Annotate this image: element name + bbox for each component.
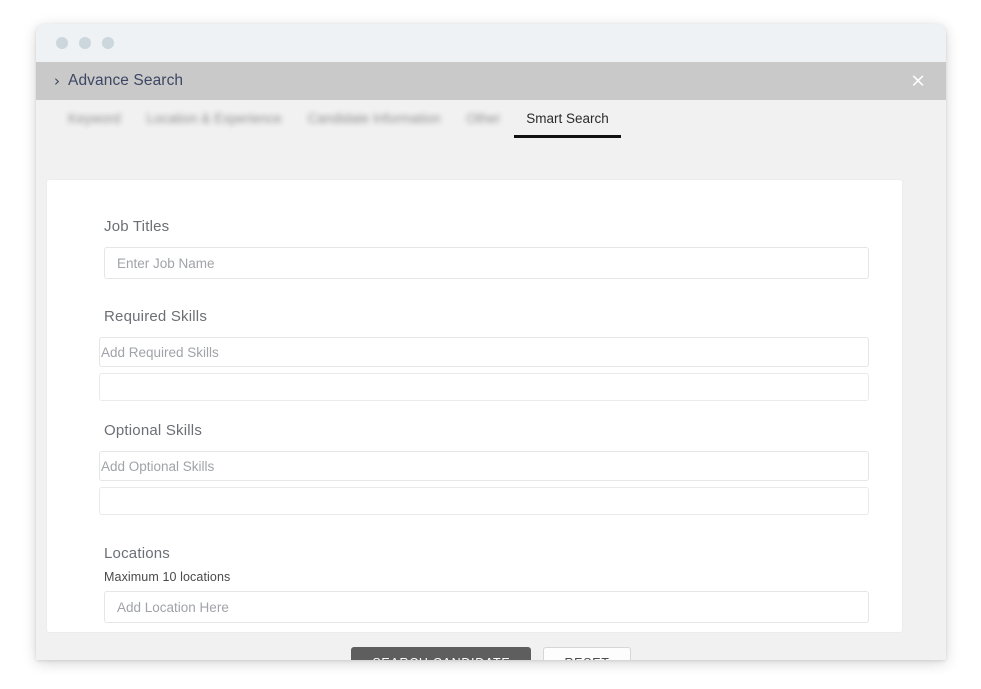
window-minimize-dot-icon[interactable]: [79, 37, 91, 49]
window-titlebar: [36, 24, 946, 62]
required-skills-label: Required Skills: [104, 308, 208, 325]
required-skills-chips-area[interactable]: [99, 373, 869, 401]
close-icon[interactable]: ×: [910, 71, 926, 91]
locations-label: Locations: [104, 545, 171, 562]
tab-other[interactable]: Other: [453, 100, 513, 136]
locations-section: Locations Maximum 10 locations: [104, 545, 869, 623]
tab-keyword[interactable]: Keyword: [55, 100, 134, 136]
window-maximize-dot-icon[interactable]: [102, 37, 114, 49]
optional-skills-section: Optional Skills: [99, 422, 869, 515]
modal-body: Keyword Location & Experience Candidate …: [36, 100, 946, 660]
browser-window: › Advance Search × Keyword Location & Ex…: [36, 24, 946, 660]
modal-header-left: › Advance Search: [54, 72, 183, 90]
search-candidate-button[interactable]: SEARCH CANDIDATE: [351, 647, 532, 660]
required-skills-input[interactable]: [99, 337, 869, 367]
modal-title: Advance Search: [68, 72, 184, 89]
chevron-right-icon[interactable]: ›: [54, 73, 60, 89]
modal-header: › Advance Search ×: [36, 62, 946, 100]
tab-location-experience[interactable]: Location & Experience: [134, 100, 295, 136]
locations-input[interactable]: [104, 591, 869, 623]
window-close-dot-icon[interactable]: [56, 37, 68, 49]
job-titles-label: Job Titles: [104, 218, 170, 235]
job-titles-section: Job Titles: [104, 218, 869, 279]
locations-helper-text: Maximum 10 locations: [104, 570, 231, 584]
reset-button[interactable]: RESET: [543, 647, 631, 660]
optional-skills-chips-area[interactable]: [99, 487, 869, 515]
optional-skills-label: Optional Skills: [104, 422, 203, 439]
required-skills-section: Required Skills: [99, 308, 869, 401]
traffic-light-dots: [56, 37, 114, 49]
optional-skills-input[interactable]: [99, 451, 869, 481]
job-titles-input[interactable]: [104, 247, 869, 279]
modal-footer: SEARCH CANDIDATE RESET: [36, 632, 946, 660]
footer-button-row: SEARCH CANDIDATE RESET: [36, 647, 946, 660]
smart-search-panel: Job Titles Required Skills Optional Skil…: [47, 180, 902, 632]
tab-bar: Keyword Location & Experience Candidate …: [36, 100, 946, 138]
tab-candidate-information[interactable]: Candidate Information: [295, 100, 454, 136]
tab-smart-search[interactable]: Smart Search: [513, 100, 622, 138]
screen: › Advance Search × Keyword Location & Ex…: [0, 0, 981, 689]
